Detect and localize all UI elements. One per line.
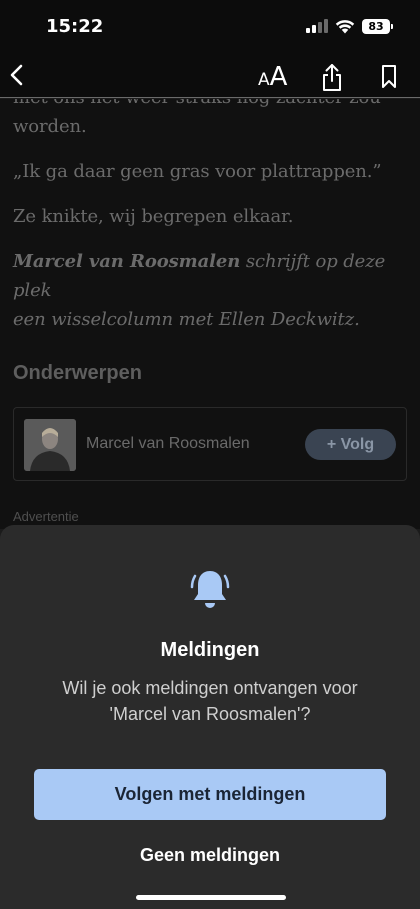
article-line-worden: worden. (13, 116, 87, 137)
sheet-description-line1: Wil je ook meldingen ontvangen voor (62, 678, 358, 698)
font-size-icon[interactable]: AA (258, 62, 287, 92)
bell-icon (190, 571, 230, 608)
no-notifications-button[interactable]: Geen meldingen (0, 845, 420, 866)
topics-heading: Onderwerpen (13, 362, 142, 384)
font-size-large-label: A (269, 62, 288, 92)
bookmark-icon[interactable] (380, 64, 398, 90)
share-icon[interactable] (320, 62, 344, 92)
follow-with-notifications-button[interactable]: Volgen met meldingen (34, 769, 386, 820)
home-indicator (136, 895, 286, 900)
follow-button[interactable]: + Volg (305, 429, 396, 460)
article-paragraph: Ze knikte, wij begrepen elkaar. (13, 206, 294, 227)
topic-name: Marcel van Roosmalen (86, 435, 250, 452)
screen: 15:22 83 AA met o (0, 0, 420, 909)
back-icon[interactable] (8, 62, 26, 88)
sheet-title: Meldingen (160, 639, 260, 661)
battery-icon: 83 (362, 19, 390, 34)
ad-label: Advertentie (13, 509, 79, 524)
article-cut-line: met ons het weer straks nog zachter zou (0, 99, 420, 112)
status-bar: 15:22 83 (0, 0, 420, 56)
notifications-sheet: Meldingen Wil je ook meldingen ontvangen… (0, 525, 420, 909)
signal-icon (306, 19, 328, 33)
font-size-small-label: A (258, 70, 270, 90)
avatar (24, 419, 76, 471)
battery-cap (391, 24, 393, 29)
author-note-text-2: een wisselcolumn met Ellen Deckwitz. (13, 309, 360, 330)
article-toolbar: AA (0, 56, 420, 98)
article-content: met ons het weer straks nog zachter zou … (0, 99, 420, 529)
status-time: 15:22 (46, 16, 104, 37)
sheet-description: Wil je ook meldingen ontvangen voor 'Mar… (0, 675, 420, 727)
article-quote: „Ik ga daar geen gras voor plattrappen.” (13, 161, 382, 182)
wifi-icon (335, 20, 355, 34)
author-name: Marcel van Roosmalen (13, 251, 241, 272)
author-note: Marcel van Roosmalen schrijft op deze pl… (0, 247, 420, 334)
sheet-description-line2: 'Marcel van Roosmalen'? (109, 704, 311, 724)
topic-card[interactable]: Marcel van Roosmalen + Volg (13, 407, 407, 481)
